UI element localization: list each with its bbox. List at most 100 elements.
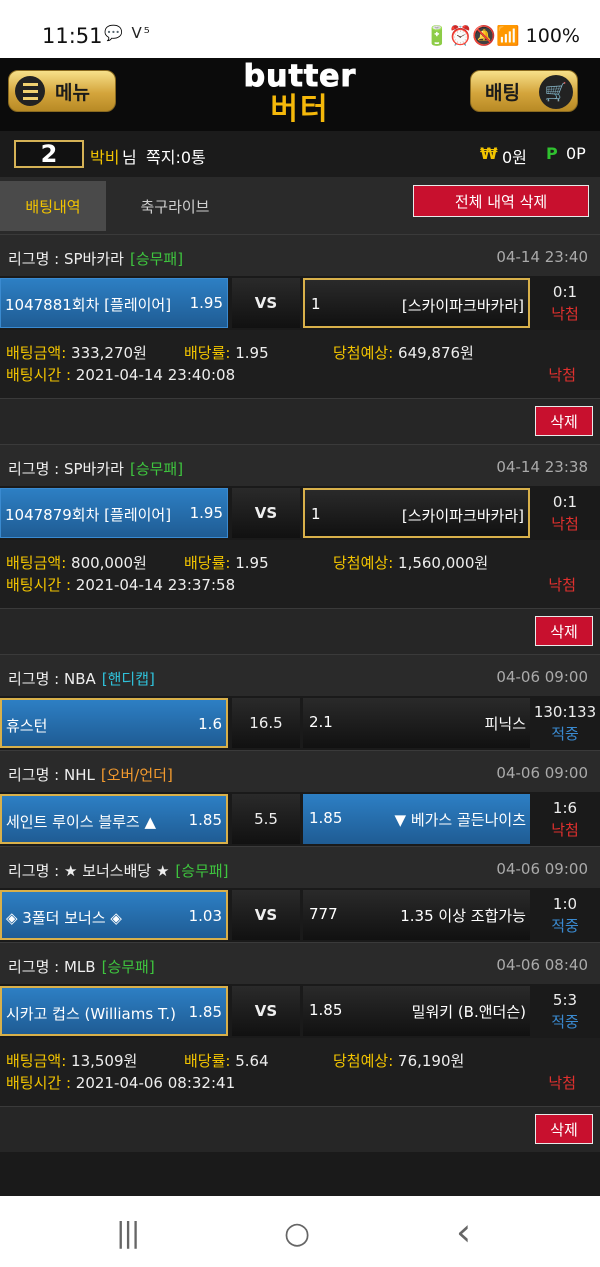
home-team: 휴스턴 <box>6 717 48 735</box>
bet-odds: 배당률: 1.95 <box>184 342 269 363</box>
away-team: 1.35 이상 조합가능 <box>400 907 526 925</box>
battery-level: 100% <box>525 25 580 47</box>
away-pick[interactable]: 1 [스카이파크바카라] <box>303 278 530 328</box>
bet-summary: 배팅금액: 333,270원 배당률: 1.95 당첨예상: 649,876원배팅시… <box>0 330 600 398</box>
away-odds: 1.85 <box>309 1001 343 1019</box>
summary-text: 649,876원 <box>398 344 474 362</box>
home-odds: 1.85 <box>188 811 222 829</box>
summary-text: 333,270원 <box>71 344 147 362</box>
home-pick[interactable]: 1047879회차 [플레이어] 1.95 <box>0 488 228 538</box>
result-cell: 1:6 낙첨 <box>532 794 598 844</box>
message-count-link[interactable]: 쪽지:0통 <box>146 144 206 168</box>
final-score: 1:0 <box>552 895 578 913</box>
bet-amount: 배팅금액: 800,000원 <box>6 552 147 573</box>
result-cell: 0:1 낙첨 <box>532 278 598 328</box>
final-score: 0:1 <box>552 493 578 511</box>
summary-text: 배팅금액: <box>6 1052 72 1070</box>
summary-text: 2021-04-06 08:32:41 <box>75 1074 236 1092</box>
match-datetime: 04-06 09:00 <box>496 764 588 782</box>
money-balance: 0원 <box>502 148 527 167</box>
bet-amount: 배팅금액: 13,509원 <box>6 1050 137 1071</box>
summary-text: 76,190원 <box>398 1052 465 1070</box>
tab-soccer-live[interactable]: 축구라이브 <box>108 181 242 231</box>
bet-type-tag: [승무패] <box>175 862 229 880</box>
tab-bet-history[interactable]: 배팅내역 <box>0 181 106 231</box>
home-odds: 1.95 <box>189 294 223 312</box>
home-pick[interactable]: 1047881회차 [플레이어] 1.95 <box>0 278 228 328</box>
summary-text: 배팅시간 : <box>6 1074 76 1092</box>
league-name: 리그명 : ★ 보너스배당 ★ [승무패] <box>8 862 229 880</box>
bet-row: ◈ 3폴더 보너스 ◈ 1.03 VS 777 1.35 이상 조합가능 1:0 적중 <box>0 888 600 942</box>
summary-text: 1.95 <box>235 554 269 572</box>
tab-bar: 배팅내역 축구라이브 전체 내역 삭제 <box>0 177 600 234</box>
home-pick[interactable]: ◈ 3폴더 보너스 ◈ 1.03 <box>0 890 228 940</box>
league-header: 리그명 : ★ 보너스배당 ★ [승무패] 04-06 09:00 <box>0 846 600 888</box>
expected-win: 당첨예상: 76,190원 <box>333 1050 464 1071</box>
summary-text: 5.64 <box>235 1052 269 1070</box>
league-name: 리그명 : NBA [핸디캡] <box>8 670 155 688</box>
bet-time: 배팅시간 : 2021-04-14 23:37:58 <box>6 574 235 595</box>
result-cell: 1:0 적중 <box>532 890 598 940</box>
status-bar: 11:51 💬 V⁵ 🔋⏰🔕📶 100% <box>0 0 600 58</box>
away-team: [스카이파크바카라] <box>401 507 524 525</box>
away-team: [스카이파크바카라] <box>401 297 524 315</box>
home-odds: 1.03 <box>188 907 222 925</box>
butter-logo[interactable]: butter 버터 <box>230 60 370 127</box>
result-status: 적중 <box>551 1013 579 1031</box>
menu-button[interactable]: 메뉴 <box>8 70 116 112</box>
bet-row: 1047879회차 [플레이어] 1.95 VS 1 [스카이파크바카라] 0:1 낙첨 <box>0 486 600 540</box>
away-pick[interactable]: 1.85 밀워키 (B.앤더슨) <box>303 986 530 1036</box>
away-pick[interactable]: 1.85 ▼ 베가스 골든나이츠 <box>303 794 530 844</box>
delete-bet-button[interactable]: 삭제 <box>535 406 593 436</box>
away-team: ▼ 베가스 골든나이츠 <box>394 811 526 829</box>
expected-win: 당첨예상: 649,876원 <box>333 342 474 363</box>
league-name: 리그명 : NHL [오버/언더] <box>8 766 173 784</box>
back-icon[interactable]: ‹ <box>456 1210 471 1254</box>
match-datetime: 04-14 23:40 <box>496 248 588 266</box>
home-team: ◈ 3폴더 보너스 ◈ <box>6 909 122 927</box>
away-odds: 1.85 <box>309 809 343 827</box>
away-pick[interactable]: 1 [스카이파크바카라] <box>303 488 530 538</box>
delete-all-button[interactable]: 전체 내역 삭제 <box>413 185 589 217</box>
delete-bet-button[interactable]: 삭제 <box>535 616 593 646</box>
home-pick[interactable]: 시카고 컵스 (Williams T.) 1.85 <box>0 986 228 1036</box>
delete-row: 삭제 <box>0 608 600 654</box>
delete-bet-button[interactable]: 삭제 <box>535 1114 593 1144</box>
recent-apps-icon[interactable]: ||| <box>116 1216 140 1249</box>
bet-history-list: 리그명 : SP바카라 [승무패] 04-14 23:40 1047881회차 [플레… <box>0 234 600 1196</box>
league-header: 리그명 : NHL [오버/언더] 04-06 09:00 <box>0 750 600 792</box>
system-icons: 🔋⏰🔕📶 100% <box>425 24 580 47</box>
away-pick[interactable]: 2.1 피닉스 <box>303 698 530 748</box>
home-pick[interactable]: 세인트 루이스 블루즈 ▲ 1.85 <box>0 794 228 844</box>
bet-time: 배팅시간 : 2021-04-14 23:40:08 <box>6 364 235 385</box>
expected-win: 당첨예상: 1,560,000원 <box>333 552 488 573</box>
result-status: 적중 <box>551 917 579 935</box>
home-team: 세인트 루이스 블루즈 ▲ <box>6 813 157 831</box>
away-team: 밀워키 (B.앤더슨) <box>411 1003 526 1021</box>
status-icons: 🔋⏰🔕📶 <box>424 25 520 47</box>
home-pick[interactable]: 휴스턴 1.6 <box>0 698 228 748</box>
match-datetime: 04-06 09:00 <box>496 860 588 878</box>
result-cell: 130:133 적중 <box>532 698 598 748</box>
user-bar: 2 박비 님 쪽지:0통 ₩ 0원 P 0P <box>0 131 600 177</box>
menu-button-label: 메뉴 <box>55 81 90 104</box>
home-odds: 1.95 <box>189 504 223 522</box>
betslip-button[interactable]: 배팅 🛒 <box>470 70 578 112</box>
away-pick[interactable]: 777 1.35 이상 조합가능 <box>303 890 530 940</box>
app-header: 메뉴 butter 버터 배팅 🛒 <box>0 58 600 131</box>
user-name: 박비 <box>90 148 120 167</box>
home-team: 1047879회차 [플레이어] <box>5 506 172 524</box>
result-status: 적중 <box>551 725 579 743</box>
summary-text: 2021-04-14 23:37:58 <box>75 576 236 594</box>
point-balance: 0P <box>566 144 586 163</box>
bet-type-tag: [핸디캡] <box>101 670 155 688</box>
notification-icons: 💬 V⁵ <box>104 24 152 42</box>
home-icon[interactable]: ○ <box>284 1216 310 1251</box>
summary-text: 배당률: <box>184 1052 236 1070</box>
android-nav-bar: ||| ○ ‹ <box>0 1196 600 1267</box>
result-status: 낙첨 <box>551 305 579 323</box>
summary-text: 배당률: <box>184 554 236 572</box>
point-icon: P <box>546 144 558 163</box>
summary-text: 배팅금액: <box>6 344 72 362</box>
bet-odds: 배당률: 5.64 <box>184 1050 269 1071</box>
